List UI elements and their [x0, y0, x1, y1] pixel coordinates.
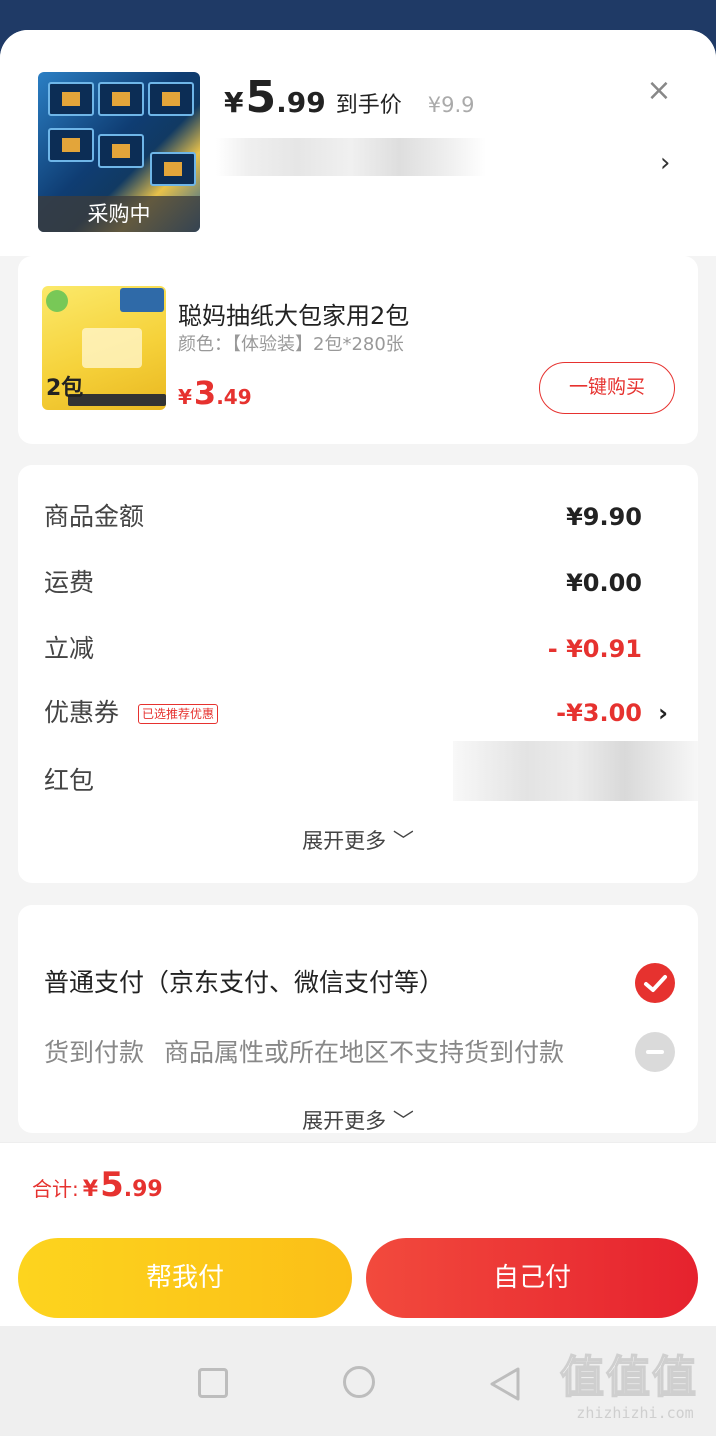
pack-count: 2包: [46, 376, 84, 401]
watermark: 值值值 zhizhizhi.com: [559, 1352, 710, 1422]
one-click-buy-button[interactable]: 一键购买: [539, 362, 675, 414]
total-label: 合计:: [32, 1177, 79, 1201]
final-price: ¥ 5 .99 到手价 ¥9.9: [224, 72, 475, 128]
fee-label: 优惠券: [44, 698, 120, 727]
fee-value: -¥3.00: [556, 699, 642, 727]
price-integer: 5: [245, 72, 277, 123]
sheet-header: 采购中 ¥ 5 .99 到手价 ¥9.9 × ›: [0, 30, 716, 256]
expand-more-fees[interactable]: 展开更多 ﹀: [18, 825, 698, 855]
goods-amount-row: 商品金额 ¥9.90: [18, 497, 698, 537]
chevron-right-icon[interactable]: ›: [660, 148, 670, 178]
product-price: ¥ 3 .49: [178, 374, 252, 412]
cod-label: 货到付款: [44, 1038, 145, 1067]
total-amount: 合计: ¥ 5 .99: [32, 1165, 163, 1205]
price-integer: 3: [193, 374, 217, 412]
price-currency: ¥: [82, 1177, 99, 1202]
fee-label: 红包: [44, 766, 95, 795]
coupon-row[interactable]: 优惠券 已选推荐优惠 -¥3.00 ›: [18, 693, 698, 733]
fee-details-card: 商品金额 ¥9.90 运费 ¥0.00 立减 - ¥0.91 优惠券 已选推荐优…: [18, 465, 698, 883]
product-card: 2包 聪妈抽纸大包家用2包 颜色：【体验装】2包*280张 ¥ 3 .49 一键…: [18, 256, 698, 444]
price-currency: ¥: [224, 86, 244, 119]
price-integer: 5: [100, 1165, 124, 1205]
expand-more-payment[interactable]: 展开更多 ﹀: [18, 1105, 698, 1135]
product-spec: 颜色：【体验装】2包*280张: [178, 334, 404, 355]
minus-circle-icon: [635, 1032, 675, 1072]
instant-discount-row: 立减 - ¥0.91: [18, 629, 698, 669]
price-decimal: .99: [276, 86, 326, 119]
nav-square-icon[interactable]: [198, 1368, 228, 1398]
brand-logo-icon: [46, 290, 68, 312]
fee-value: ¥0.00: [566, 569, 642, 597]
action-bar: 帮我付 自己付: [0, 1230, 716, 1326]
cod-note: 商品属性或所在地区不支持货到付款: [164, 1038, 565, 1067]
cod-option: 货到付款 商品属性或所在地区不支持货到付款: [44, 1031, 564, 1075]
help-me-pay-button[interactable]: 帮我付: [18, 1238, 352, 1318]
badge-icon: [120, 288, 164, 312]
watermark-glyphs: 值值值: [559, 1352, 698, 1403]
price-currency: ¥: [178, 385, 192, 409]
payment-method-card: 普通支付（京东支付、微信支付等） 货到付款 商品属性或所在地区不支持货到付款 展开…: [18, 905, 698, 1133]
system-nav-bar: 值值值 zhizhizhi.com: [0, 1326, 716, 1436]
fee-label: 商品金额: [44, 502, 145, 531]
fee-value: - ¥0.91: [547, 635, 642, 663]
product-thumbnail[interactable]: 2包: [42, 286, 166, 410]
checkout-sheet: 采购中 ¥ 5 .99 到手价 ¥9.9 × › 2包 聪妈抽纸大包家用2包 颜…: [0, 30, 716, 1326]
purchasing-status-label: 采购中: [38, 196, 200, 232]
close-icon[interactable]: ×: [644, 76, 674, 106]
fee-value: ¥9.90: [566, 503, 642, 531]
product-name: 聪妈抽纸大包家用2包: [178, 302, 410, 330]
total-bar: 合计: ¥ 5 .99: [0, 1142, 716, 1230]
price-decimal: .99: [123, 1177, 163, 1202]
product-image[interactable]: 采购中: [38, 72, 200, 232]
chevron-right-icon[interactable]: ›: [658, 693, 668, 733]
shipping-row: 运费 ¥0.00: [18, 563, 698, 603]
price-decimal: .49: [216, 385, 252, 409]
blurred-address[interactable]: [216, 138, 486, 176]
pay-myself-button[interactable]: 自己付: [366, 1238, 698, 1318]
nav-circle-icon[interactable]: [343, 1366, 375, 1398]
normal-payment-option[interactable]: 普通支付（京东支付、微信支付等）: [44, 961, 444, 1005]
nav-back-icon[interactable]: [488, 1366, 522, 1402]
fee-label: 运费: [44, 568, 95, 597]
coupon-tag: 已选推荐优惠: [138, 704, 219, 724]
blurred-red-packet-value: [453, 741, 698, 801]
original-price: ¥9.9: [427, 93, 475, 117]
watermark-site: zhizhizhi.com: [576, 1404, 694, 1422]
fee-label: 立减: [44, 634, 95, 663]
price-tag: 到手价: [335, 93, 402, 118]
check-circle-icon[interactable]: [635, 963, 675, 1003]
